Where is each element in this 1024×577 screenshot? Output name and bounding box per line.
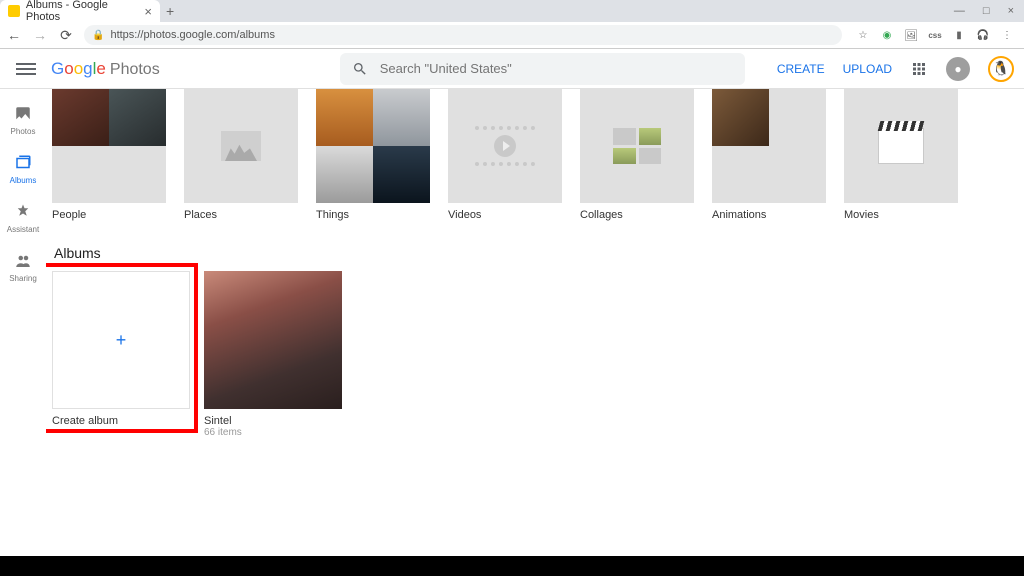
category-label: Movies (844, 209, 958, 221)
search-input[interactable] (380, 61, 733, 76)
window-controls: — □ × (954, 5, 1024, 17)
app-header: Google Photos CREATE UPLOAD ● 🐧 (0, 49, 1024, 89)
new-tab-button[interactable]: + (166, 3, 174, 19)
tab-bar: Albums - Google Photos × + — □ × (0, 0, 1024, 22)
back-button[interactable]: ← (6, 27, 22, 43)
browser-chrome: Albums - Google Photos × + — □ × ← → ⟳ 🔒… (0, 0, 1024, 49)
address-field[interactable]: 🔒 https://photos.google.com/albums (84, 25, 842, 45)
hamburger-menu-icon[interactable] (16, 63, 36, 75)
menu-dots-icon[interactable]: ⋮ (1000, 28, 1014, 42)
star-icon[interactable]: ☆ (856, 28, 870, 42)
lock-icon: 🔒 (92, 30, 104, 41)
main: Photos Albums Assistant Sharing People P… (0, 89, 1024, 577)
album-icon (14, 154, 32, 172)
sharing-icon (14, 252, 32, 270)
content: People Places Things Videos Collages Ani… (46, 89, 1024, 577)
categories-row: People Places Things Videos Collages Ani… (52, 89, 1018, 221)
window-minimize-button[interactable]: — (954, 5, 965, 17)
browser-tab[interactable]: Albums - Google Photos × (0, 0, 160, 22)
sidebar-item-albums[interactable]: Albums (10, 154, 37, 185)
google-logo-text: Google (51, 59, 106, 79)
address-bar: ← → ⟳ 🔒 https://photos.google.com/albums… (0, 22, 1024, 48)
sidebar-item-label: Assistant (7, 225, 39, 234)
tab-title: Albums - Google Photos (26, 0, 144, 23)
taskbar (0, 556, 1024, 576)
albums-section-title: Albums (54, 245, 1018, 261)
forward-button[interactable]: → (32, 27, 48, 43)
photos-logo-text: Photos (110, 61, 160, 79)
album-thumb[interactable] (204, 271, 342, 409)
search-icon (352, 61, 368, 77)
category-videos[interactable]: Videos (448, 89, 562, 221)
ext-green-icon[interactable]: ◉ (880, 28, 894, 42)
header-right: CREATE UPLOAD ● 🐧 (777, 56, 1014, 82)
sidebar-item-label: Photos (11, 127, 36, 136)
upload-link[interactable]: UPLOAD (843, 62, 892, 76)
sidebar-item-label: Albums (10, 176, 37, 185)
category-movies[interactable]: Movies (844, 89, 958, 221)
ext-picture-icon[interactable]: 🖼 (904, 28, 918, 42)
create-album-card[interactable]: + Create album (52, 271, 190, 438)
album-card[interactable]: Sintel 66 items (204, 271, 342, 438)
photo-icon (14, 105, 32, 123)
sidebar-item-sharing[interactable]: Sharing (9, 252, 37, 283)
ext-css-icon[interactable]: css (928, 28, 942, 42)
sidebar: Photos Albums Assistant Sharing (0, 89, 46, 577)
video-placeholder-icon (475, 126, 535, 166)
category-label: Collages (580, 209, 694, 221)
reload-button[interactable]: ⟳ (58, 27, 74, 44)
ext-headphone-icon[interactable]: 🎧 (976, 28, 990, 42)
account-avatar[interactable]: 🐧 (988, 56, 1014, 82)
notifications-icon[interactable]: ● (946, 57, 970, 81)
apps-grid-icon[interactable] (910, 60, 928, 78)
category-animations[interactable]: Animations (712, 89, 826, 221)
tab-close-icon[interactable]: × (144, 4, 152, 19)
create-link[interactable]: CREATE (777, 62, 825, 76)
extension-icons: ☆ ◉ 🖼 css ▮ 🎧 ⋮ (852, 28, 1018, 42)
window-close-button[interactable]: × (1008, 5, 1014, 17)
tab-favicon-icon (8, 5, 20, 17)
sidebar-item-photos[interactable]: Photos (11, 105, 36, 136)
collage-placeholder-icon (613, 128, 661, 164)
category-label: Animations (712, 209, 826, 221)
google-photos-logo[interactable]: Google Photos (51, 59, 160, 79)
window-maximize-button[interactable]: □ (983, 5, 990, 17)
plus-icon: + (116, 330, 127, 351)
category-places[interactable]: Places (184, 89, 298, 221)
assistant-icon (14, 203, 32, 221)
category-people[interactable]: People (52, 89, 166, 221)
create-album-label: Create album (52, 415, 190, 427)
category-label: Places (184, 209, 298, 221)
url-text: https://photos.google.com/albums (110, 29, 274, 41)
category-things[interactable]: Things (316, 89, 430, 221)
places-placeholder-icon (221, 131, 261, 161)
category-collages[interactable]: Collages (580, 89, 694, 221)
album-title: Sintel (204, 415, 342, 427)
create-album-thumb[interactable]: + (52, 271, 190, 409)
search-box[interactable] (340, 53, 745, 85)
sidebar-item-label: Sharing (9, 274, 37, 283)
album-subtitle: 66 items (204, 427, 342, 438)
category-label: People (52, 209, 166, 221)
ext-grey-icon[interactable]: ▮ (952, 28, 966, 42)
category-label: Videos (448, 209, 562, 221)
movie-placeholder-icon (878, 128, 924, 164)
albums-row: + Create album Sintel 66 items (52, 271, 1018, 438)
sidebar-item-assistant[interactable]: Assistant (7, 203, 39, 234)
category-label: Things (316, 209, 430, 221)
